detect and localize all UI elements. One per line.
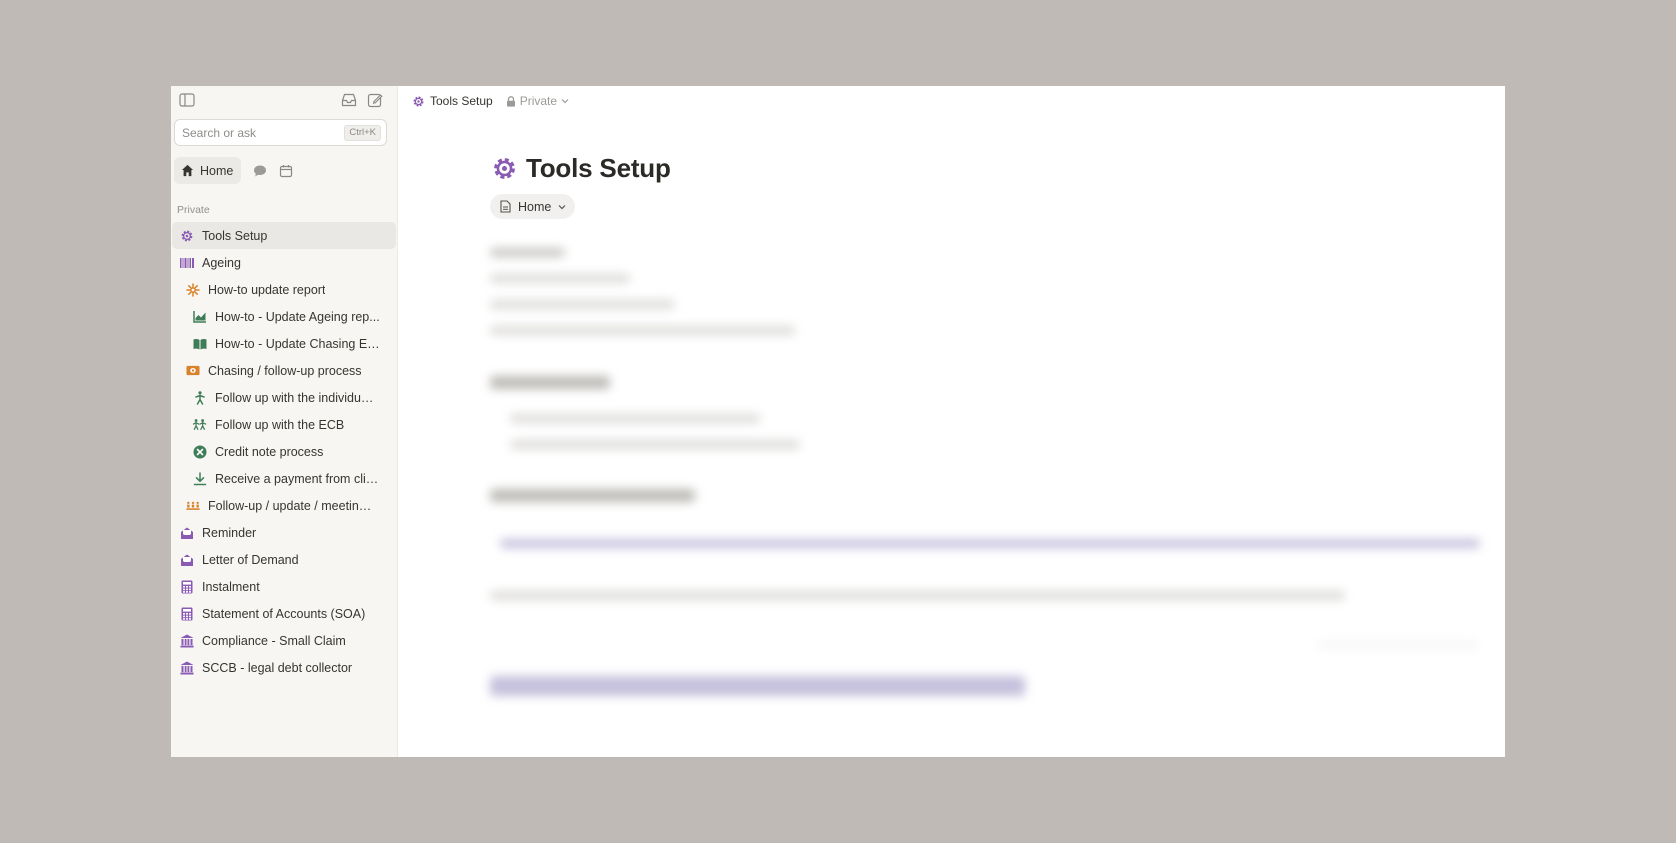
sparkle-icon: [186, 282, 200, 297]
bank-icon: [180, 634, 194, 648]
sidebar-item-label: Ageing: [202, 255, 241, 270]
sidebar-item-receive-payment[interactable]: Receive a payment from clients: [172, 465, 396, 492]
envelope-open-icon: [180, 553, 194, 567]
sidebar-item-sccb-legal-debt-collector[interactable]: SCCB - legal debt collector: [172, 654, 396, 681]
sidebar-item-reminder[interactable]: Reminder: [172, 519, 396, 546]
breadcrumb-page-title[interactable]: Tools Setup: [430, 94, 493, 108]
sidebar-item-credit-note[interactable]: Credit note process: [172, 438, 396, 465]
blurred-heading: [490, 489, 695, 502]
search-box[interactable]: Ctrl+K: [174, 119, 387, 146]
gear-icon[interactable]: [491, 155, 518, 182]
document-icon: [500, 200, 511, 213]
book-icon: [193, 337, 207, 351]
blurred-text-line: [510, 440, 800, 449]
blurred-divider: [1318, 644, 1478, 646]
breadcrumb: Tools Setup Private: [412, 93, 569, 109]
main-content: Tools Setup Private Tools Setup Home: [398, 86, 1505, 757]
sidebar-item-update-ageing-report[interactable]: How-to - Update Ageing rep...: [172, 303, 396, 330]
sidebar-item-how-to-update-report[interactable]: How-to update report: [172, 276, 396, 303]
parent-page-label: Home: [518, 199, 552, 214]
sidebar-item-chasing-follow-up[interactable]: Chasing / follow-up process: [172, 357, 396, 384]
page-header: Tools Setup: [491, 153, 671, 184]
inbox-icon[interactable]: [341, 93, 357, 107]
sidebar-item-label: Tools Setup: [202, 228, 268, 243]
sidebar-item-follow-up-ecb[interactable]: Follow up with the ECB: [172, 411, 396, 438]
blurred-text-line: [490, 591, 1345, 600]
quick-nav: Home: [174, 157, 293, 184]
blurred-text-line: [500, 539, 1480, 548]
meeting-icon: [186, 499, 200, 513]
app-window: Ctrl+K Home Private Tools Setup Ageing H…: [171, 86, 1505, 757]
money-icon: [186, 364, 200, 378]
sidebar: Ctrl+K Home Private Tools Setup Ageing H…: [171, 86, 398, 757]
sidebar-item-label: Chasing / follow-up process: [208, 363, 362, 378]
cancel-icon: [193, 445, 207, 459]
sidebar-item-label: Letter of Demand: [202, 552, 299, 567]
barcode-icon: [180, 256, 194, 270]
sidebar-item-statement-of-accounts[interactable]: Statement of Accounts (SOA): [172, 600, 396, 627]
privacy-dropdown[interactable]: Private: [506, 94, 569, 108]
blurred-text-line: [490, 326, 795, 335]
chevron-down-icon: [561, 99, 569, 104]
blurred-heading: [490, 376, 610, 389]
sidebar-item-label: Statement of Accounts (SOA): [202, 606, 366, 621]
home-label: Home: [200, 163, 234, 178]
search-input[interactable]: [175, 120, 325, 145]
sidebar-item-label: Credit note process: [215, 444, 324, 459]
home-button[interactable]: Home: [174, 157, 242, 184]
sidebar-item-label: How-to - Update Ageing rep...: [215, 309, 380, 324]
calculator-icon: [180, 607, 194, 621]
sidebar-item-follow-up-individual[interactable]: Follow up with the individual ...: [172, 384, 396, 411]
page-title[interactable]: Tools Setup: [526, 153, 671, 184]
sidebar-item-label: Compliance - Small Claim: [202, 633, 346, 648]
chevron-down-icon: [558, 204, 566, 209]
lock-icon: [506, 95, 515, 107]
blurred-link-block: [490, 676, 1025, 696]
sidebar-item-label: How-to update report: [208, 282, 326, 297]
blurred-text-line: [510, 414, 760, 423]
envelope-open-icon: [180, 526, 194, 540]
sidebar-item-update-chasing-excel[interactable]: How-to - Update Chasing Ex...: [172, 330, 396, 357]
sidebar-item-label: Reminder: [202, 525, 257, 540]
parent-page-button[interactable]: Home: [490, 194, 576, 219]
privacy-label: Private: [519, 94, 558, 108]
sidebar-item-ageing[interactable]: Ageing: [172, 249, 396, 276]
calendar-icon[interactable]: [279, 164, 293, 178]
sidebar-item-compliance-small-claim[interactable]: Compliance - Small Claim: [172, 627, 396, 654]
sidebar-item-label: Follow up with the ECB: [215, 417, 345, 432]
sidebar-item-letter-of-demand[interactable]: Letter of Demand: [172, 546, 396, 573]
sidebar-item-label: Follow-up / update / meeting ...: [208, 498, 373, 513]
home-icon: [181, 164, 194, 177]
sidebar-toggle-icon[interactable]: [179, 93, 195, 107]
sidebar-item-follow-up-meeting[interactable]: Follow-up / update / meeting ...: [172, 492, 396, 519]
gear-icon: [180, 229, 194, 243]
download-icon: [193, 471, 207, 486]
section-label-private[interactable]: Private: [177, 204, 210, 216]
sidebar-item-label: Instalment: [202, 579, 260, 594]
sidebar-item-tools-setup[interactable]: Tools Setup: [172, 222, 396, 249]
sidebar-item-label: Follow up with the individual ...: [215, 390, 380, 405]
sidebar-item-label: Receive a payment from clients: [215, 471, 380, 486]
new-page-icon[interactable]: [367, 92, 383, 108]
sidebar-item-label: SCCB - legal debt collector: [202, 660, 353, 675]
blurred-text-line: [490, 300, 675, 309]
sidebar-item-instalment[interactable]: Instalment: [172, 573, 396, 600]
chat-icon[interactable]: [253, 164, 267, 178]
page-tree: Tools Setup Ageing How-to update report …: [171, 222, 397, 681]
calculator-icon: [180, 580, 194, 594]
blurred-text-line: [490, 274, 630, 283]
sidebar-toolbar: [171, 86, 397, 114]
blurred-text-line: [490, 248, 565, 257]
gear-icon: [413, 95, 424, 107]
blurred-page-content: [488, 246, 1488, 746]
chart-icon: [193, 310, 207, 324]
search-shortcut-badge: Ctrl+K: [344, 125, 381, 141]
bank-icon: [180, 661, 194, 675]
person-icon: [193, 390, 207, 405]
sidebar-item-label: How-to - Update Chasing Ex...: [215, 336, 380, 351]
people-icon: [193, 418, 207, 432]
